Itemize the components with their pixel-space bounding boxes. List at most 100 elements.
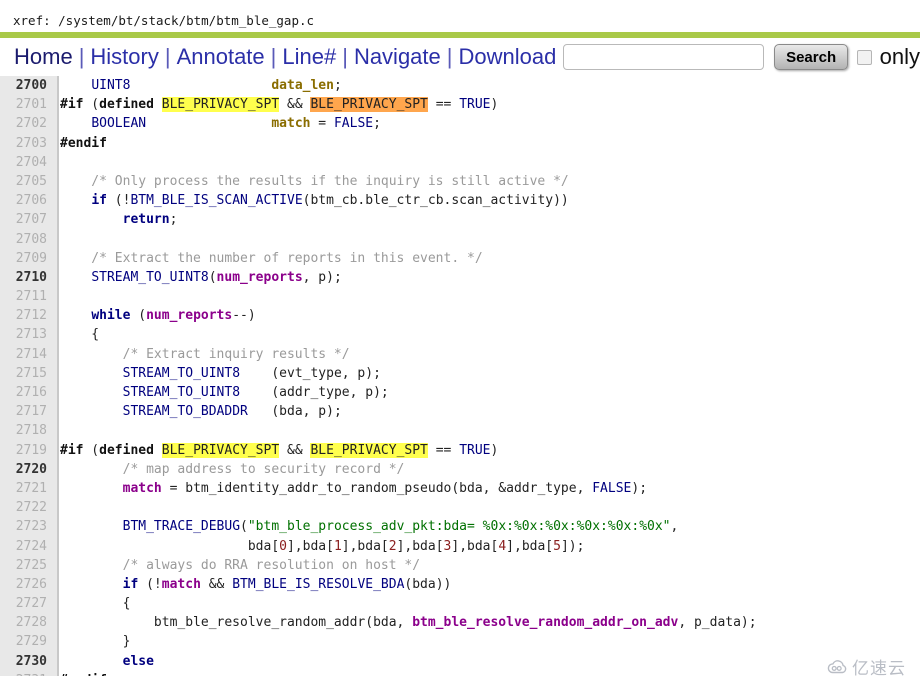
line-number[interactable]: 2723 <box>0 517 50 536</box>
code-token: && <box>279 97 311 113</box>
code-lines: 2700 UINT8 data_len; 2701 #if (defined BLE… <box>0 76 920 676</box>
line-number[interactable]: 2725 <box>0 556 50 575</box>
code-line: 2715 STREAM_TO_UINT8 (evt_type, p); <box>0 364 920 383</box>
line-number[interactable]: 2722 <box>0 498 50 517</box>
line-number[interactable]: 2710 <box>0 268 50 287</box>
code-token: ( <box>83 97 100 113</box>
code-token: == <box>427 97 460 113</box>
code-line: 2711 <box>0 287 920 306</box>
code-line: 2720 /* map address to security record *… <box>0 460 920 479</box>
code-token: FALSE <box>333 116 374 132</box>
code-line: 2714 /* Extract inquiry results */ <box>0 345 920 364</box>
watermark: 亿速云 <box>826 654 906 679</box>
line-number[interactable]: 2714 <box>0 345 50 364</box>
line-number[interactable]: 2713 <box>0 325 50 344</box>
code-token: TRUE <box>459 442 491 458</box>
code-line: 2730 else <box>0 652 920 671</box>
code-token: , <box>670 519 679 535</box>
line-number[interactable]: 2715 <box>0 364 50 383</box>
code-token: (btm_cb.ble_ctr_cb.scan_activity)) <box>302 193 569 209</box>
code-token: , p_data); <box>678 615 757 631</box>
code-token: match <box>122 480 162 496</box>
search-button[interactable]: Search <box>774 44 849 70</box>
code-line: 2724 bda[0],bda[1],bda[2],bda[3],bda[4],… <box>0 537 920 556</box>
menu-item-history[interactable]: History <box>90 44 158 70</box>
line-number[interactable]: 2716 <box>0 383 50 402</box>
line-number[interactable]: 2719 <box>0 441 50 460</box>
menu-item-navigate[interactable]: Navigate <box>354 44 441 70</box>
line-number[interactable]: 2712 <box>0 306 50 325</box>
line-number[interactable]: 2730 <box>0 652 50 671</box>
menu-item-home[interactable]: Home <box>14 44 73 70</box>
line-number[interactable]: 2729 <box>0 632 50 651</box>
code-token: 0 <box>279 538 287 554</box>
line-number[interactable]: 2703 <box>0 134 50 153</box>
line-number[interactable]: 2711 <box>0 287 50 306</box>
line-content: #if (defined BLE_PRIVACY_SPT && BLE_PRIV… <box>50 442 498 458</box>
code-token: BOOLEAN <box>91 116 147 132</box>
line-number[interactable]: 2731 <box>0 671 50 676</box>
code-token: && <box>200 576 233 592</box>
menu-item-download[interactable]: Download <box>459 44 557 70</box>
menu-item-line[interactable]: Line# <box>282 44 336 70</box>
line-number[interactable]: 2704 <box>0 153 50 172</box>
only-checkbox[interactable] <box>857 49 872 65</box>
line-number[interactable]: 2700 <box>0 76 50 95</box>
code-token: && <box>279 442 311 458</box>
watermark-text: 亿速云 <box>852 659 906 679</box>
code-line: 2727 { <box>0 594 920 613</box>
line-number[interactable]: 2706 <box>0 191 50 210</box>
code-token: STREAM_TO_UINT8 <box>91 269 209 285</box>
code-token: defined <box>99 442 154 458</box>
code-token: ; <box>333 78 342 93</box>
line-content: else <box>50 654 154 669</box>
line-content: /* map address to security record */ <box>50 461 405 477</box>
code-token: (addr_type, p); <box>240 385 389 400</box>
code-line: 2713 { <box>0 325 920 344</box>
line-content: STREAM_TO_UINT8 (addr_type, p); <box>50 385 389 400</box>
menu-separator: | <box>78 44 85 69</box>
code-token: 2 <box>388 538 397 554</box>
line-number[interactable]: 2705 <box>0 172 50 191</box>
line-number[interactable]: 2717 <box>0 402 50 421</box>
line-number[interactable]: 2701 <box>0 95 50 114</box>
line-number[interactable]: 2727 <box>0 594 50 613</box>
line-number[interactable]: 2726 <box>0 575 50 594</box>
line-number[interactable]: 2702 <box>0 114 50 133</box>
line-number[interactable]: 2724 <box>0 537 50 556</box>
code-line: 2729 } <box>0 632 920 651</box>
line-content: { <box>50 596 131 611</box>
line-number[interactable]: 2728 <box>0 613 50 632</box>
code-token: = btm_identity_addr_to_random_pseudo(bda… <box>161 480 593 496</box>
code-token: /* Only process the results if the inqui… <box>60 173 569 189</box>
line-number[interactable]: 2709 <box>0 249 50 268</box>
code-token: data_len <box>271 78 334 93</box>
highlighted-token: BLE_PRIVACY_SPT <box>161 97 280 113</box>
code-line: 2718 <box>0 421 920 440</box>
line-number[interactable]: 2721 <box>0 479 50 498</box>
line-number[interactable]: 2707 <box>0 210 50 229</box>
line-content: #if (defined BLE_PRIVACY_SPT && BLE_PRIV… <box>50 97 498 113</box>
code-line: 2723 BTM_TRACE_DEBUG("btm_ble_process_ad… <box>0 517 920 536</box>
code-token: (! <box>138 576 162 592</box>
code-token: ( <box>240 519 248 535</box>
search-input[interactable] <box>563 44 765 70</box>
code-token: /* map address to security record */ <box>60 461 405 477</box>
line-content: { <box>50 327 99 342</box>
line-number[interactable]: 2708 <box>0 230 50 249</box>
menu-item-annotate[interactable]: Annotate <box>177 44 265 70</box>
xref-path-label: xref: /system/bt/stack/btm/btm_ble_gap.c <box>13 13 315 28</box>
line-number[interactable]: 2718 <box>0 421 50 440</box>
code-line: 2717 STREAM_TO_BDADDR (bda, p); <box>0 402 920 421</box>
code-token: ; <box>169 212 178 228</box>
code-token: } <box>60 634 131 650</box>
code-token: FALSE <box>592 480 632 496</box>
code-line: 2706 if (!BTM_BLE_IS_SCAN_ACTIVE(btm_cb.… <box>0 191 920 210</box>
line-number[interactable]: 2720 <box>0 460 50 479</box>
code-token: ],bda[ <box>396 538 444 554</box>
